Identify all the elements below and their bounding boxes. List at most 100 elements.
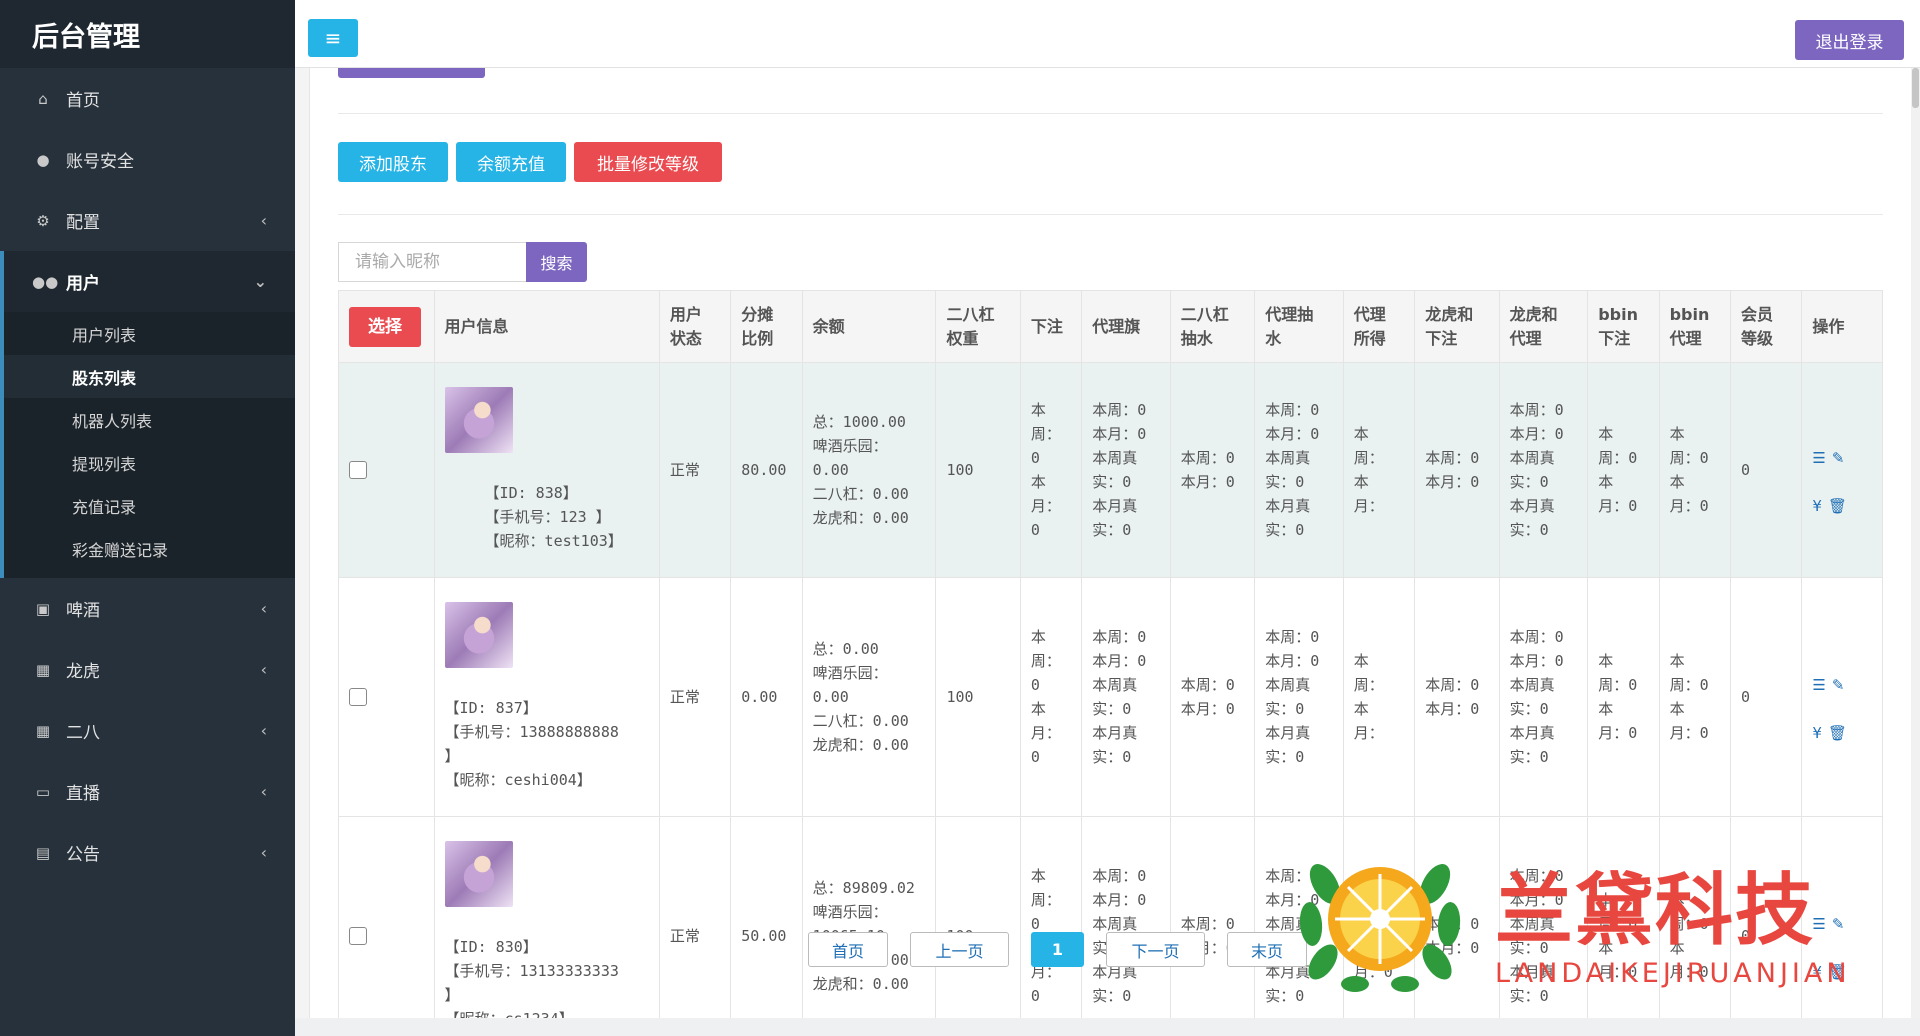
- col-header-ops: 操作: [1801, 290, 1883, 363]
- rake-cell: 本周：0 本月：0: [1169, 362, 1256, 578]
- sidebar-item-account-security[interactable]: ● 账号安全: [0, 129, 295, 190]
- page-next-button[interactable]: 下一页: [1106, 932, 1205, 967]
- submenu-item-withdraw-list[interactable]: 提现列表: [4, 441, 295, 484]
- menu-toggle-button[interactable]: ≡: [308, 19, 358, 57]
- select-header: 选择: [338, 290, 435, 363]
- rake-cell: 本周：0 本月：0: [1169, 816, 1256, 1036]
- col-header-agent-income: 代理 所得: [1342, 290, 1416, 363]
- user-info-cell: 【ID: 837】 【手机号：13888888888 】 【昵称：ceshi00…: [433, 577, 660, 817]
- beer-icon: ▣: [35, 599, 51, 618]
- vertical-scrollbar[interactable]: [1911, 68, 1920, 1018]
- page-current-button[interactable]: 1: [1031, 932, 1084, 967]
- submenu-item-user-list[interactable]: 用户列表: [4, 312, 295, 355]
- col-header-bbin-bet: bbin 下注: [1587, 290, 1660, 363]
- submenu-item-robot-list[interactable]: 机器人列表: [4, 398, 295, 441]
- search-button[interactable]: 搜索: [526, 242, 587, 282]
- submenu-item-recharge-records[interactable]: 充值记录: [4, 484, 295, 527]
- logout-button[interactable]: 退出登录: [1795, 20, 1904, 60]
- top-bar: ≡ 退出登录: [295, 0, 1920, 68]
- hamburger-icon: ≡: [324, 26, 342, 50]
- row-actions: ☰ ✎ ¥ 🗑: [1812, 422, 1872, 518]
- row-checkbox-cell: [338, 816, 435, 1036]
- page-prev-button[interactable]: 上一页: [910, 932, 1009, 967]
- sidebar-item-label: 啤酒: [66, 601, 100, 621]
- rake-cell: 本周：0 本月：0: [1169, 577, 1256, 817]
- sidebar-item-label: 用户: [66, 274, 100, 294]
- page-first-button[interactable]: 首页: [808, 932, 888, 967]
- list-icon[interactable]: ☰: [1812, 446, 1825, 470]
- trash-icon[interactable]: 🗑: [1828, 494, 1847, 518]
- col-header-bet: 下注: [1019, 290, 1083, 363]
- lh-agent-cell: 本周：0 本月：0 本周真 实：0 本月真 实：0: [1498, 577, 1589, 817]
- gear-icon: ⚙: [36, 211, 50, 230]
- balance-cell: 总：1000.00 啤酒乐园： 0.00 二八杠：0.00 龙虎和：0.00: [801, 362, 937, 578]
- sidebar-item-beer[interactable]: ▣ 啤酒 ‹: [0, 578, 295, 639]
- sidebar-item-users[interactable]: ●● 用户 ⌄: [0, 251, 295, 312]
- sidebar-item-home[interactable]: ⌂ 首页: [0, 68, 295, 129]
- edit-icon[interactable]: ✎: [1832, 446, 1845, 470]
- col-header-level: 会员 等级: [1729, 290, 1803, 363]
- nickname-search-input[interactable]: [338, 242, 526, 282]
- sidebar-item-config[interactable]: ⚙ 配置 ‹: [0, 190, 295, 251]
- footer-strip: [295, 1018, 1920, 1036]
- balance-recharge-button[interactable]: 余额充值: [456, 142, 566, 182]
- sidebar-item-label: 二八: [66, 723, 100, 743]
- row-checkbox[interactable]: [349, 461, 367, 479]
- bbin-bet-cell: 本 周：0 本 月：0: [1587, 362, 1660, 578]
- ratio-cell: 50.00: [730, 816, 803, 1036]
- agent-rake-cell: 本周：0 本月：0 本周真 实：0 本月真 实：0: [1254, 577, 1344, 817]
- level-cell: 0: [1729, 577, 1803, 817]
- agent-flag-cell: 本周：0 本月：0 本周真 实：0 本月真 实：0: [1081, 362, 1171, 578]
- sidebar: 后台管理 ⌂ 首页 ● 账号安全 ⚙ 配置 ‹ ●● 用户 ⌄ 用户列表 股东列…: [0, 0, 295, 1036]
- user-info-text: 【ID: 837】 【手机号：13888888888 】 【昵称：ceshi00…: [444, 699, 619, 789]
- avatar: [444, 602, 513, 668]
- sidebar-item-erba[interactable]: ▦ 二八 ‹: [0, 700, 295, 761]
- select-button[interactable]: 选择: [349, 306, 421, 347]
- batch-edit-level-button[interactable]: 批量修改等级: [574, 142, 722, 182]
- ratio-cell: 0.00: [730, 577, 803, 817]
- col-header-info: 用户信息: [433, 290, 660, 363]
- list-icon[interactable]: ☰: [1812, 673, 1825, 697]
- yen-icon[interactable]: ¥: [1812, 721, 1822, 745]
- weight-cell: 100: [935, 577, 1021, 817]
- sidebar-item-longhu[interactable]: ▦ 龙虎 ‹: [0, 639, 295, 700]
- grid-icon: ▦: [35, 721, 51, 740]
- sidebar-item-live[interactable]: ▭ 直播 ‹: [0, 761, 295, 822]
- row-checkbox[interactable]: [349, 688, 367, 706]
- sidebar-item-label: 公告: [66, 845, 100, 865]
- sidebar-item-label: 龙虎: [66, 662, 100, 682]
- col-header-ratio: 分摊 比例: [730, 290, 803, 363]
- edit-icon[interactable]: ✎: [1832, 673, 1845, 697]
- card-icon: ▤: [35, 843, 51, 862]
- bet-cell: 本 周： 0 本 月： 0: [1019, 816, 1083, 1036]
- bbin-agent-cell: 本 周：0 本 月：0: [1658, 362, 1732, 578]
- chevron-left-icon: ‹: [260, 721, 267, 740]
- agent-flag-cell: 本周：0 本月：0 本周真 实：0 本月真 实：0: [1081, 816, 1171, 1036]
- table-header-row: 选择 用户信息 用户 状态 分摊 比例 余额 二八杠 权重 下注 代理旗 二八杠…: [338, 290, 1883, 363]
- status-cell: 正常: [658, 577, 732, 817]
- ratio-cell: 80.00: [730, 362, 803, 578]
- user-icon: ●: [36, 150, 50, 169]
- user-info-cell: 【ID: 838】 【手机号：123 】 【昵称：test103】: [433, 362, 660, 578]
- watermark: 兰黛科技 LANDAIKEJIRUANJIAN: [1295, 840, 1895, 1000]
- watermark-subtitle: LANDAIKEJIRUANJIAN: [1495, 958, 1851, 989]
- avatar: [444, 387, 513, 453]
- divider: [338, 113, 1883, 114]
- submenu-item-shareholder-list[interactable]: 股东列表: [4, 355, 295, 398]
- submenu-item-bonus-records[interactable]: 彩金赠送记录: [4, 527, 295, 570]
- add-shareholder-button[interactable]: 添加股东: [338, 142, 448, 182]
- lh-bet-cell: 本周：0 本月：0: [1414, 362, 1500, 578]
- brand-title: 后台管理: [0, 0, 295, 68]
- trash-icon[interactable]: 🗑: [1828, 721, 1847, 745]
- user-info-cell: 【ID: 830】 【手机号：13133333333 】 【昵称：cs1234】: [433, 816, 660, 1036]
- balance-cell: 总：89809.02 啤酒乐园： 10065.10 二八杠：0.00 龙虎和：0…: [801, 816, 937, 1036]
- watermark-title: 兰黛科技: [1495, 866, 1816, 956]
- col-header-lh-bet: 龙虎和 下注: [1414, 290, 1500, 363]
- chevron-left-icon: ‹: [260, 782, 267, 801]
- scrollbar-thumb[interactable]: [1912, 68, 1919, 108]
- sidebar-item-notice[interactable]: ▤ 公告 ‹: [0, 822, 295, 883]
- row-checkbox[interactable]: [349, 927, 367, 945]
- chevron-down-icon: ⌄: [253, 272, 267, 291]
- yen-icon[interactable]: ¥: [1812, 494, 1822, 518]
- col-header-lh-agent: 龙虎和 代理: [1498, 290, 1589, 363]
